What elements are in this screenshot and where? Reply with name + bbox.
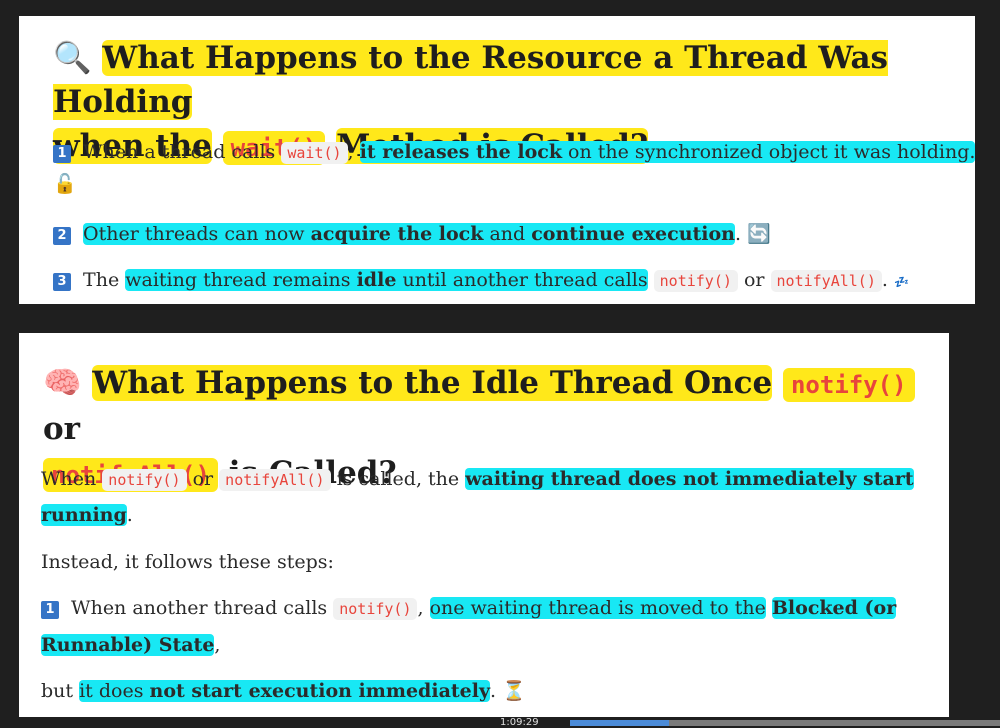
sleep-icon: 💤 xyxy=(893,275,909,289)
slide-panel-wait: 🔍 What Happens to the Resource a Thread … xyxy=(19,16,976,304)
text: , xyxy=(347,141,354,163)
code-notify: notify() xyxy=(333,598,418,620)
bold-text: Runnable) State xyxy=(41,634,215,656)
paragraph-3: but it does not start execution immediat… xyxy=(41,677,526,705)
step-1-cont: Runnable) State, xyxy=(41,631,220,659)
text: . xyxy=(734,223,742,245)
code-notify: notify() xyxy=(782,368,915,402)
text: . xyxy=(881,269,888,291)
text: The xyxy=(83,269,120,291)
code-wait: wait() xyxy=(281,142,348,164)
progress-bar[interactable] xyxy=(570,720,1000,726)
time-display: 1:09:29 xyxy=(500,717,539,728)
paragraph-1-cont: running. xyxy=(41,501,133,529)
bold-text: idle xyxy=(356,269,397,291)
text: When a thread calls xyxy=(83,141,276,163)
text: it does xyxy=(79,680,144,702)
progress-fill xyxy=(570,720,669,726)
brain-icon: 🧠 xyxy=(43,365,82,401)
slide-panel-notify: 🧠 What Happens to the Idle Thread Once n… xyxy=(19,333,949,717)
text: or xyxy=(743,269,765,291)
code-notify: notify() xyxy=(653,270,738,292)
title-text: What Happens to the Idle Thread Once xyxy=(92,365,773,401)
list-item-3: 3 The waiting thread remains idle until … xyxy=(53,266,909,296)
text: one waiting thread is moved to the xyxy=(429,597,766,619)
bold-text: not start execution immediately xyxy=(149,680,491,702)
step-1: 1 When another thread calls notify(), on… xyxy=(41,594,897,623)
text: , xyxy=(214,634,221,656)
number-badge: 1 xyxy=(41,601,59,619)
code-notifyall: notifyAll() xyxy=(219,469,331,491)
bold-text: waiting thread does not immediately star… xyxy=(465,468,914,490)
title-text: What Happens to the Resource a Thread Wa… xyxy=(53,40,888,120)
magnifier-icon: 🔍 xyxy=(53,40,92,76)
text: Other threads can now xyxy=(83,223,305,245)
text: but xyxy=(41,680,74,702)
list-item-1: 1 When a thread calls wait(), it release… xyxy=(53,138,976,167)
list-item-2: 2 Other threads can now acquire the lock… xyxy=(53,220,771,248)
number-badge: 3 xyxy=(53,273,71,291)
text: or xyxy=(192,468,214,490)
text: until another thread calls xyxy=(402,269,648,291)
text: When xyxy=(41,468,97,490)
code-notifyall: notifyAll() xyxy=(770,270,882,292)
number-badge: 2 xyxy=(53,227,71,245)
title-text: or xyxy=(43,411,81,447)
number-badge: 1 xyxy=(53,145,71,163)
text: on the synchronized object it was holdin… xyxy=(568,141,976,163)
text: , xyxy=(417,597,424,619)
text: . xyxy=(490,680,497,702)
lock-open-icon-row: 🔓 xyxy=(53,170,77,198)
text: is called, the xyxy=(336,468,460,490)
refresh-icon: 🔄 xyxy=(747,223,771,245)
paragraph-2: Instead, it follows these steps: xyxy=(41,551,334,573)
text: When another thread calls xyxy=(71,597,328,619)
lock-open-icon: 🔓 xyxy=(53,173,77,195)
hourglass-icon: ⏳ xyxy=(502,680,526,702)
code-notify: notify() xyxy=(102,469,187,491)
text: waiting thread remains xyxy=(125,269,351,291)
bold-text: Blocked (or xyxy=(771,597,897,619)
paragraph-1: When notify() or notifyAll() is called, … xyxy=(41,465,914,494)
bold-text: running xyxy=(41,504,127,526)
bold-text: continue execution xyxy=(531,223,735,245)
text: . xyxy=(126,504,133,526)
bold-text: it releases the lock xyxy=(359,141,562,163)
text: and xyxy=(489,223,526,245)
bold-text: acquire the lock xyxy=(310,223,484,245)
